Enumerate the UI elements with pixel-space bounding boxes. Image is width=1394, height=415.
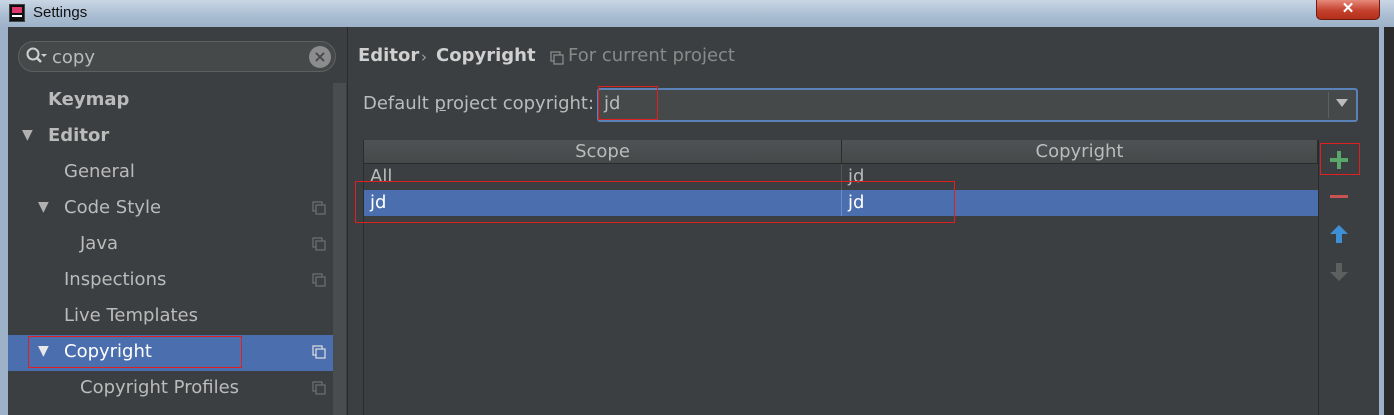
breadcrumb-parent: Editor [358,45,420,66]
project-settings-icon [312,381,326,395]
chevron-down-icon[interactable] [1336,99,1348,107]
page-title: Copyright [436,45,536,66]
tree-item-code-style[interactable]: Code Style [64,190,161,226]
default-copyright-select[interactable] [597,88,1358,122]
tree-item-inspections[interactable]: Inspections [64,262,166,298]
project-settings-icon [312,237,326,251]
default-copyright-value: jd [604,93,621,114]
select-divider [1328,92,1329,118]
tree-item-java[interactable]: Java [80,226,118,262]
column-header-copyright[interactable]: Copyright [842,140,1318,164]
tree-item-copyright-profiles[interactable]: Copyright Profiles [80,370,239,406]
expand-arrow-icon[interactable]: ▼ [22,127,33,143]
tree-selection-highlight [8,335,346,371]
project-settings-icon [312,345,326,359]
column-divider [841,164,842,190]
table-cell-copyright[interactable]: jd [848,190,864,216]
move-up-icon[interactable] [1327,222,1351,246]
tree-item-general[interactable]: General [64,154,135,190]
breadcrumb-separator: › [421,48,427,66]
column-header-scope[interactable]: Scope [364,140,842,164]
tree-item-copyright[interactable]: Copyright [64,334,152,370]
tree-item-keymap[interactable]: Keymap [48,82,129,118]
window-frame-right [1379,27,1394,415]
column-divider [841,190,842,216]
project-settings-icon [312,273,326,287]
move-down-icon[interactable] [1327,260,1351,284]
close-button[interactable]: ✕ [1316,0,1380,20]
expand-arrow-icon[interactable]: ▼ [38,343,49,359]
window-title: Settings [33,4,88,21]
tree-scrollbar[interactable] [333,83,346,415]
remove-icon[interactable] [1327,185,1351,209]
table-cell-copyright[interactable]: jd [848,164,864,190]
window-frame-left [0,27,8,415]
tree-item-editor[interactable]: Editor [48,118,109,154]
table-cell-scope[interactable]: jd [370,190,386,216]
title-bar: Settings ✕ [0,0,1394,27]
add-icon[interactable] [1327,148,1351,172]
search-icon[interactable] [25,46,47,68]
project-settings-icon [312,201,326,215]
expand-arrow-icon[interactable]: ▼ [38,199,49,215]
scope-note: For current project [568,45,735,66]
clear-search-icon[interactable]: × [309,46,331,68]
table-cell-scope[interactable]: All [370,164,392,190]
project-settings-icon [550,51,564,65]
default-copyright-label: Default project copyright: [363,93,595,114]
search-input[interactable] [52,45,302,69]
tree-item-live-templates[interactable]: Live Templates [64,298,198,334]
intellij-app-icon [9,4,25,22]
